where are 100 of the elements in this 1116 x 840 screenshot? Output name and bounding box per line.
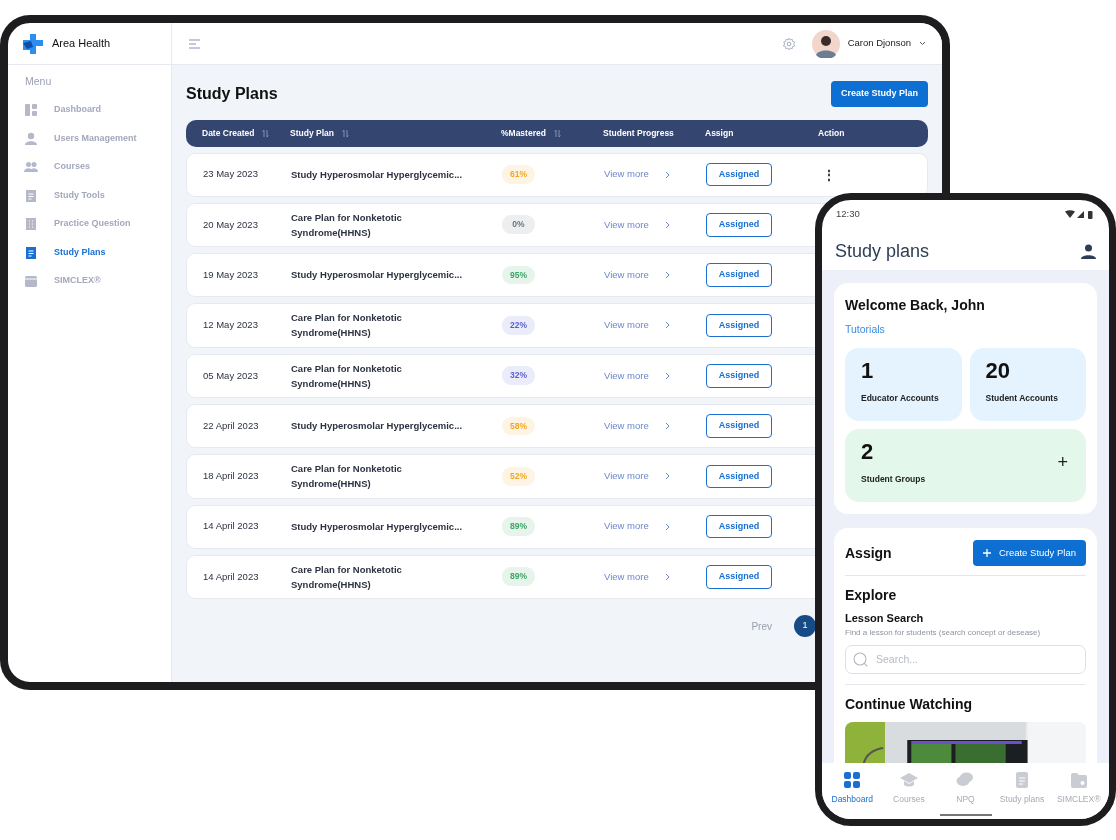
date-cell: 23 May 2023 bbox=[203, 168, 258, 180]
sidebar-item[interactable]: Study Plans bbox=[8, 238, 171, 267]
date-cell: 14 April 2023 bbox=[203, 520, 259, 532]
mastery-badge: 61% bbox=[502, 165, 535, 184]
avatar[interactable] bbox=[811, 29, 840, 58]
search-field[interactable]: Search... bbox=[845, 644, 1086, 674]
sort-icon[interactable] bbox=[553, 128, 561, 138]
chevron-right-icon bbox=[664, 271, 670, 279]
menu-icon[interactable] bbox=[188, 38, 201, 49]
screen-title: Study plans bbox=[835, 239, 930, 263]
plan-name: Study Hyperosmolar Hyperglycemic... bbox=[291, 168, 463, 180]
subsection-title: Lesson Search bbox=[845, 611, 925, 627]
mastery-badge: 22% bbox=[502, 315, 535, 335]
page-button[interactable]: 1 bbox=[794, 615, 816, 637]
chevron-down-icon[interactable] bbox=[919, 41, 926, 46]
welcome-heading: Welcome Back, John bbox=[845, 296, 986, 315]
chevron-right-icon bbox=[664, 522, 670, 531]
mastery-badge: 58% bbox=[502, 416, 535, 436]
assigned-button[interactable]: Assigned bbox=[706, 263, 772, 287]
status-icons bbox=[1065, 209, 1095, 219]
page-title: Study Plans bbox=[186, 84, 278, 104]
logo-icon bbox=[22, 32, 44, 55]
section-title: Continue Watching bbox=[845, 694, 974, 714]
column-header[interactable]: Date Created bbox=[202, 126, 255, 140]
assigned-button[interactable]: Assigned bbox=[706, 414, 772, 438]
section-title: Assign bbox=[845, 543, 892, 563]
column-header[interactable]: Study Plan bbox=[290, 126, 334, 140]
calendar-icon bbox=[24, 274, 38, 288]
chevron-right-icon bbox=[664, 472, 670, 481]
column-header: Assign bbox=[705, 126, 734, 140]
chevron-right-icon bbox=[664, 321, 670, 330]
folder-icon bbox=[1069, 771, 1088, 789]
stat-label: Student Accounts bbox=[985, 392, 1058, 406]
column-header: Action bbox=[818, 126, 845, 140]
plan-name: Care Plan for Nonketotic Syndrome(HHNS) bbox=[291, 463, 402, 490]
users-icon bbox=[24, 160, 38, 174]
column-header[interactable]: %Mastered bbox=[501, 126, 546, 140]
dashboard-icon bbox=[24, 103, 38, 117]
chevron-right-icon bbox=[664, 422, 670, 430]
stat-value: 2 bbox=[861, 439, 875, 466]
date-cell: 19 May 2023 bbox=[203, 268, 258, 280]
assigned-button[interactable]: Assigned bbox=[706, 514, 772, 539]
nav-tab[interactable]: Dashboard bbox=[824, 763, 881, 819]
view-more-link[interactable]: View more bbox=[604, 267, 670, 283]
view-more-link[interactable]: View more bbox=[604, 569, 670, 584]
assigned-button[interactable]: Assigned bbox=[706, 313, 772, 337]
date-cell: 12 May 2023 bbox=[203, 319, 258, 331]
assigned-button[interactable]: Assigned bbox=[706, 464, 772, 488]
graduation-cap-icon bbox=[899, 771, 918, 789]
sort-icon[interactable] bbox=[262, 128, 270, 138]
date-cell: 20 May 2023 bbox=[203, 218, 258, 230]
view-more-link[interactable]: View more bbox=[604, 318, 670, 333]
menu-heading: Menu bbox=[24, 74, 53, 89]
user-icon bbox=[24, 131, 38, 146]
plan-name: Study Hyperosmolar Hyperglycemic... bbox=[291, 520, 463, 532]
search-hint: Find a lesson for students (search concept or desease) bbox=[845, 626, 1042, 639]
mastery-badge: 95% bbox=[502, 265, 535, 285]
chevron-right-icon bbox=[664, 371, 670, 380]
date-cell: 14 April 2023 bbox=[203, 570, 259, 582]
user-icon[interactable] bbox=[1081, 243, 1096, 259]
view-more-link[interactable]: View more bbox=[604, 418, 670, 434]
stat-value: 1 bbox=[861, 358, 875, 385]
stat-label: Educator Accounts bbox=[861, 392, 939, 406]
plan-name: Care Plan for Nonketotic Syndrome(HHNS) bbox=[291, 362, 402, 389]
chevron-right-icon bbox=[664, 170, 670, 179]
view-more-link[interactable]: View more bbox=[604, 167, 670, 182]
mastery-badge: 89% bbox=[502, 567, 535, 587]
view-more-link[interactable]: View more bbox=[604, 217, 670, 232]
date-cell: 05 May 2023 bbox=[203, 369, 258, 381]
mastery-badge: 89% bbox=[502, 517, 535, 536]
mastery-badge: 0% bbox=[502, 215, 535, 235]
section-title: Explore bbox=[845, 586, 898, 606]
sort-icon[interactable] bbox=[341, 128, 349, 138]
add-button[interactable]: + bbox=[1051, 448, 1074, 478]
chat-icon bbox=[956, 771, 975, 789]
chevron-right-icon bbox=[664, 220, 670, 229]
view-more-link[interactable]: View more bbox=[604, 368, 670, 383]
tutorials-link[interactable]: Tutorials bbox=[845, 323, 885, 335]
create-study-plan-button[interactable]: Create Study Plan bbox=[830, 81, 928, 107]
stat-tile[interactable]: 2 Student Groups + bbox=[845, 429, 1086, 502]
view-more-link[interactable]: View more bbox=[604, 519, 670, 534]
view-more-link[interactable]: View more bbox=[604, 469, 670, 484]
assigned-button[interactable]: Assigned bbox=[706, 162, 772, 187]
chevron-right-icon bbox=[664, 572, 670, 581]
plan-name: Study Hyperosmolar Hyperglycemic... bbox=[291, 269, 463, 281]
date-cell: 22 April 2023 bbox=[203, 419, 259, 431]
assigned-button[interactable]: Assigned bbox=[706, 565, 772, 589]
assigned-button[interactable]: Assigned bbox=[706, 364, 772, 388]
plan-name: Care Plan for Nonketotic Syndrome(HHNS) bbox=[291, 563, 402, 590]
settings-icon[interactable] bbox=[781, 36, 796, 51]
plus-icon bbox=[982, 549, 991, 558]
stat-label: Student Groups bbox=[861, 473, 926, 487]
more-options-button[interactable]: ⋮ bbox=[819, 165, 839, 184]
user-name[interactable]: Caron Djonson bbox=[847, 36, 911, 51]
document-icon bbox=[24, 188, 38, 203]
plan-name: Care Plan for Nonketotic Syndrome(HHNS) bbox=[291, 211, 402, 238]
create-study-plan-button[interactable]: Create Study Plan bbox=[972, 540, 1086, 567]
assigned-button[interactable]: Assigned bbox=[706, 213, 772, 237]
mastery-badge: 52% bbox=[502, 466, 535, 486]
document-icon bbox=[24, 245, 38, 260]
